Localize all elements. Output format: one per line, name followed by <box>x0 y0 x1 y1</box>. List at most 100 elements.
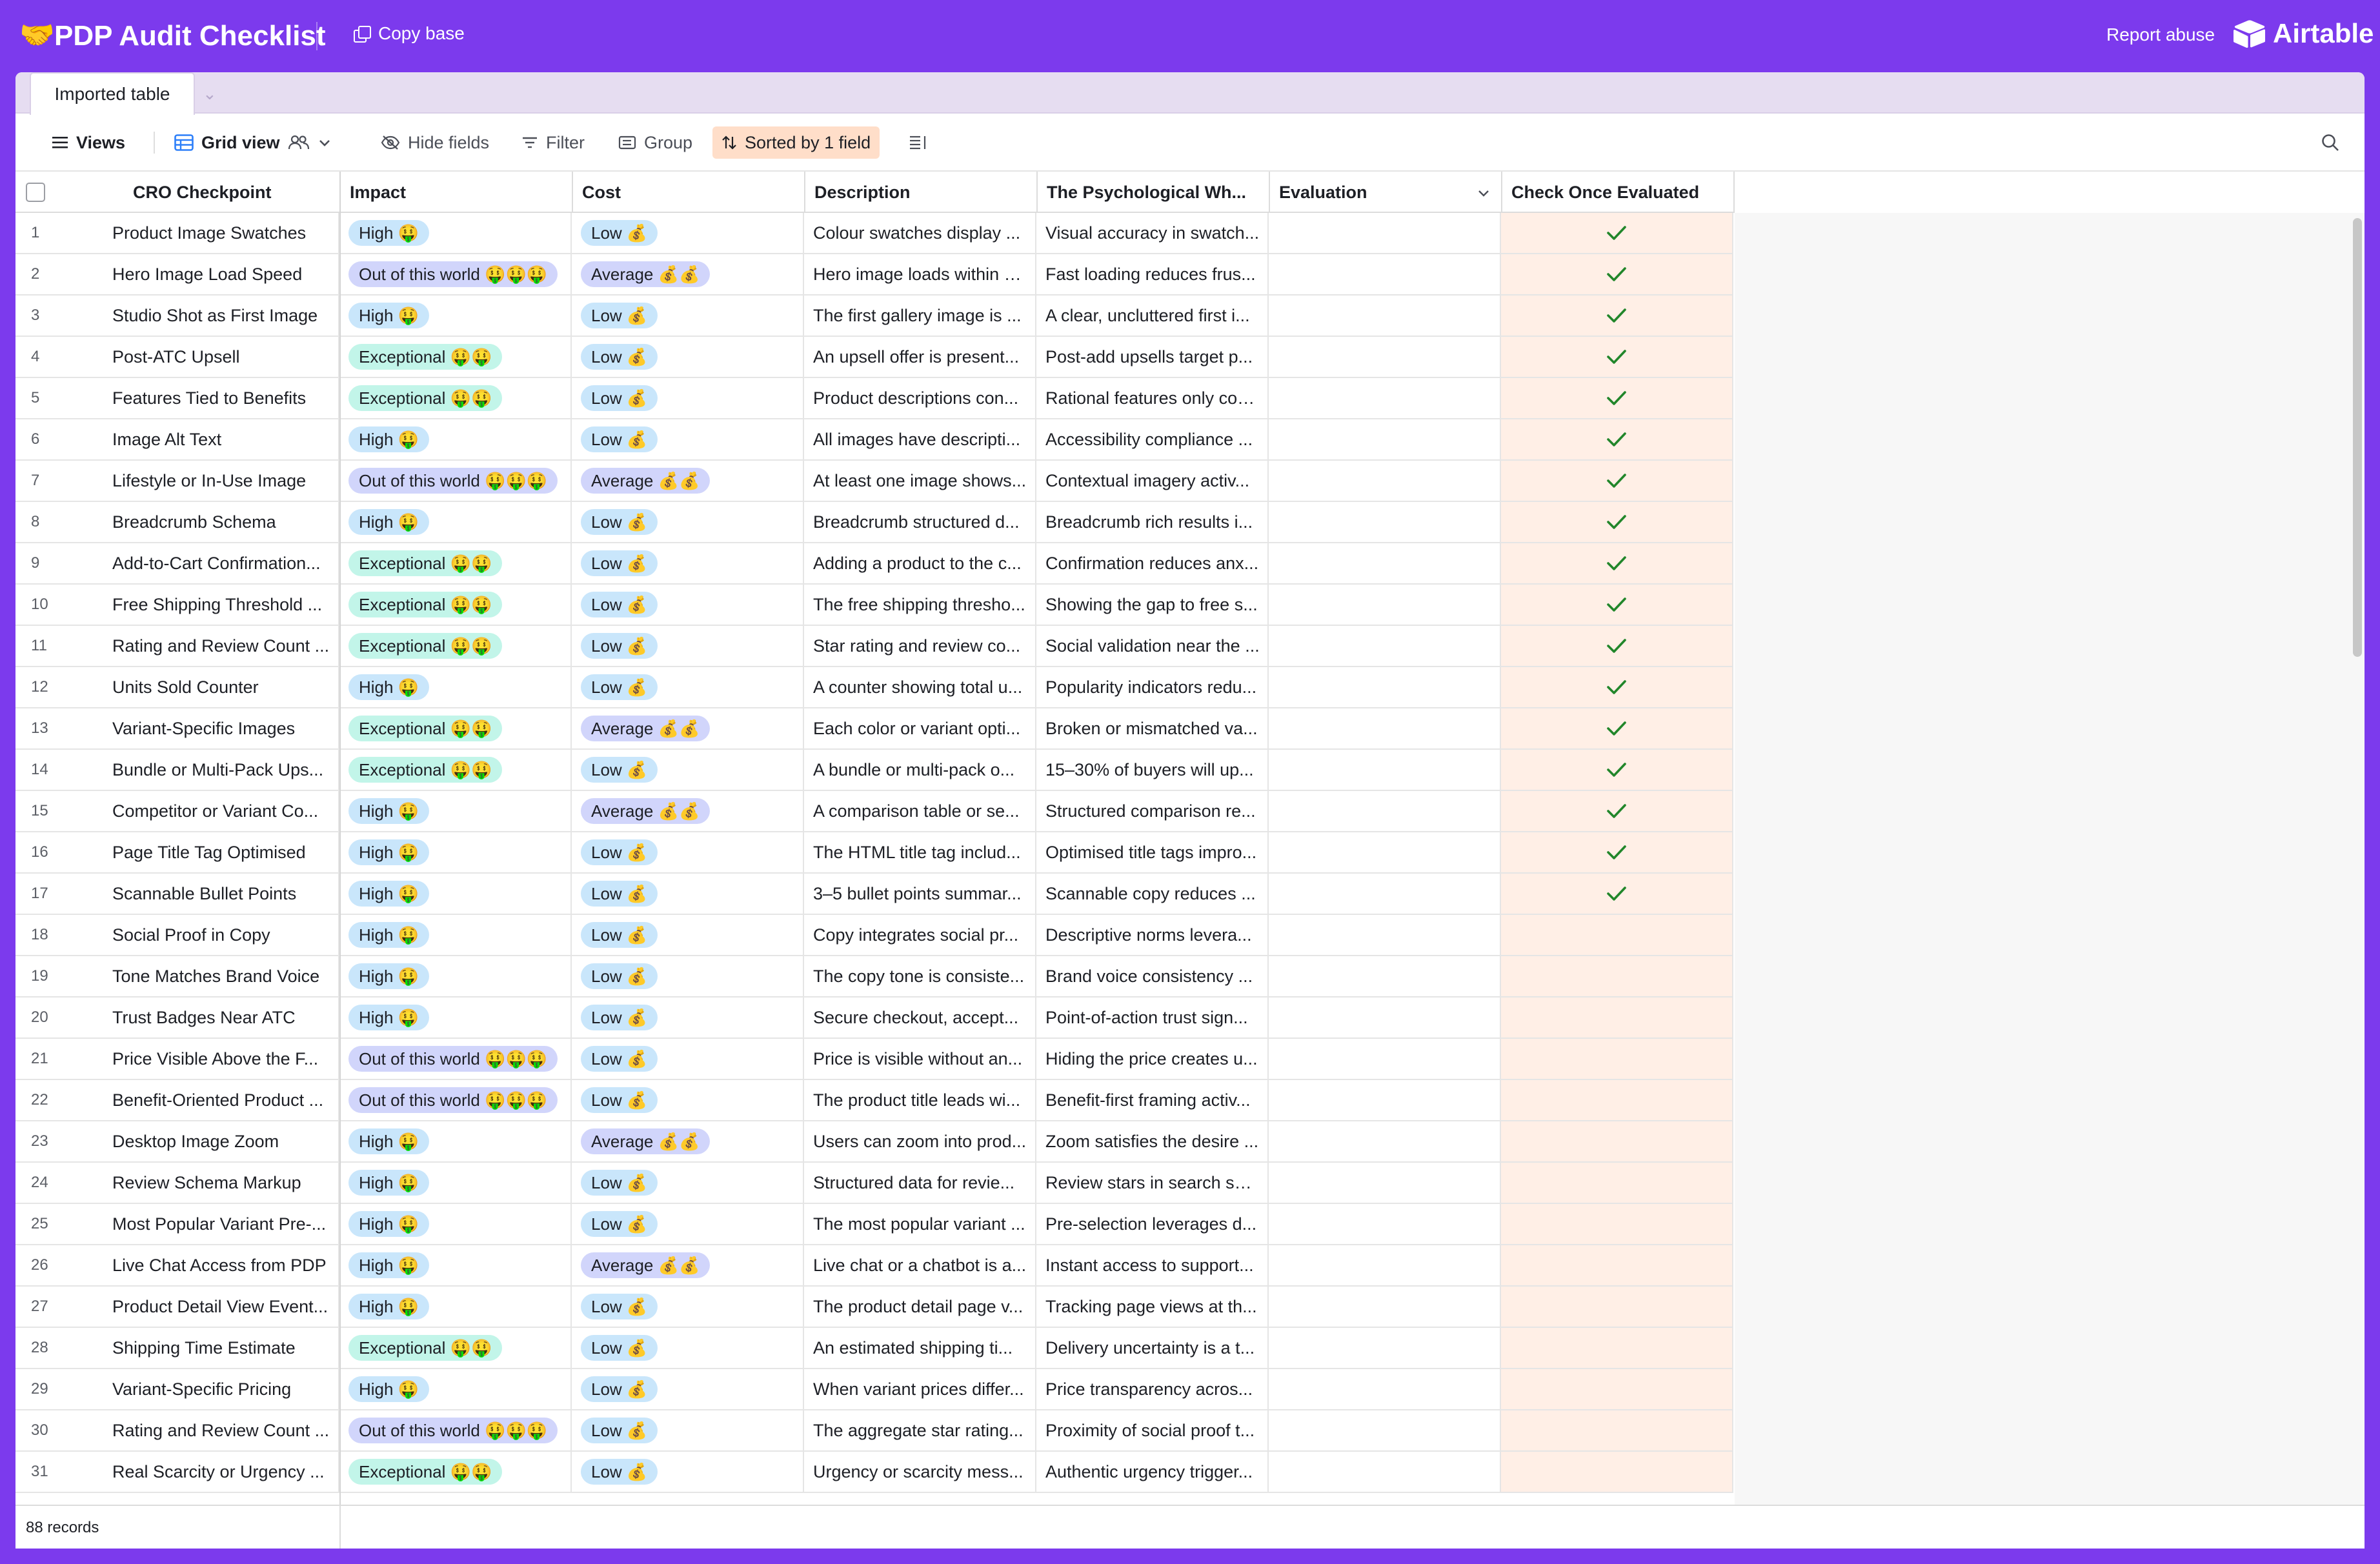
evaluation-cell[interactable] <box>1269 1080 1501 1120</box>
cro-checkpoint-cell[interactable]: Real Scarcity or Urgency ... <box>112 1452 339 1492</box>
evaluation-cell[interactable] <box>1269 1245 1501 1285</box>
description-cell[interactable]: Urgency or scarcity mess... <box>804 1452 1036 1492</box>
check-once-evaluated-cell[interactable] <box>1501 419 1733 459</box>
table-row[interactable]: 26 Live Chat Access from PDP High 🤑 Average… <box>15 1245 1733 1287</box>
check-once-evaluated-cell[interactable] <box>1501 585 1733 625</box>
psychological-cell[interactable]: Rational features only con... <box>1036 378 1269 418</box>
impact-cell[interactable]: High 🤑 <box>339 1204 572 1244</box>
sort-button[interactable]: Sorted by 1 field <box>712 126 880 159</box>
impact-cell[interactable]: High 🤑 <box>339 998 572 1038</box>
psychological-cell[interactable]: Tracking page views at th... <box>1036 1287 1269 1327</box>
cro-checkpoint-cell[interactable]: Studio Shot as First Image <box>112 296 339 336</box>
description-cell[interactable]: Secure checkout, accept... <box>804 998 1036 1038</box>
impact-cell[interactable]: High 🤑 <box>339 791 572 831</box>
table-row[interactable]: 4 Post-ATC Upsell Exceptional 🤑🤑 Low 💰 An up… <box>15 337 1733 378</box>
description-cell[interactable]: Each color or variant opti... <box>804 708 1036 748</box>
impact-cell[interactable]: High 🤑 <box>339 1121 572 1161</box>
table-row[interactable]: 29 Variant-Specific Pricing High 🤑 Low 💰 Whe… <box>15 1369 1733 1410</box>
psychological-cell[interactable]: Benefit-first framing activ... <box>1036 1080 1269 1120</box>
evaluation-cell[interactable] <box>1269 1287 1501 1327</box>
table-row[interactable]: 22 Benefit-Oriented Product ... Out of thi… <box>15 1080 1733 1121</box>
description-cell[interactable]: Structured data for revie... <box>804 1163 1036 1203</box>
impact-cell[interactable]: High 🤑 <box>339 419 572 459</box>
psychological-cell[interactable]: Pre-selection leverages d... <box>1036 1204 1269 1244</box>
table-row[interactable]: 15 Competitor or Variant Co... High 🤑 Avera… <box>15 791 1733 832</box>
cro-checkpoint-cell[interactable]: Benefit-Oriented Product ... <box>112 1080 339 1120</box>
table-row[interactable]: 18 Social Proof in Copy High 🤑 Low 💰 Copy in… <box>15 915 1733 956</box>
impact-cell[interactable]: Out of this world 🤑🤑🤑 <box>339 1410 572 1450</box>
description-cell[interactable]: A comparison table or se... <box>804 791 1036 831</box>
evaluation-cell[interactable] <box>1269 998 1501 1038</box>
evaluation-cell[interactable] <box>1269 915 1501 955</box>
check-once-evaluated-cell[interactable] <box>1501 1080 1733 1120</box>
chevron-down-icon[interactable] <box>1477 186 1491 200</box>
check-once-evaluated-cell[interactable] <box>1501 956 1733 996</box>
evaluation-cell[interactable] <box>1269 502 1501 542</box>
select-all-checkbox[interactable] <box>26 183 45 202</box>
cro-checkpoint-cell[interactable]: Variant-Specific Images <box>112 708 339 748</box>
grid-view-button[interactable]: Grid view <box>165 126 341 159</box>
impact-cell[interactable]: Exceptional 🤑🤑 <box>339 1328 572 1368</box>
check-once-evaluated-cell[interactable] <box>1501 1410 1733 1450</box>
table-row[interactable]: 5 Features Tied to Benefits Exceptional 🤑🤑… <box>15 378 1733 419</box>
cro-checkpoint-cell[interactable]: Hero Image Load Speed <box>112 254 339 294</box>
psychological-cell[interactable]: Zoom satisfies the desire ... <box>1036 1121 1269 1161</box>
cost-cell[interactable]: Average 💰💰 <box>572 791 804 831</box>
evaluation-cell[interactable] <box>1269 378 1501 418</box>
check-once-evaluated-cell[interactable] <box>1501 791 1733 831</box>
impact-cell[interactable]: Exceptional 🤑🤑 <box>339 337 572 377</box>
cro-checkpoint-cell[interactable]: Desktop Image Zoom <box>112 1121 339 1161</box>
evaluation-cell[interactable] <box>1269 1452 1501 1492</box>
check-once-evaluated-cell[interactable] <box>1501 461 1733 501</box>
cost-cell[interactable]: Low 💰 <box>572 1080 804 1120</box>
check-once-evaluated-cell[interactable] <box>1501 296 1733 336</box>
description-cell[interactable]: The HTML title tag includ... <box>804 832 1036 872</box>
search-button[interactable] <box>2321 133 2340 155</box>
hide-fields-button[interactable]: Hide fields <box>372 126 498 159</box>
psychological-cell[interactable]: Hiding the price creates u... <box>1036 1039 1269 1079</box>
evaluation-cell[interactable] <box>1269 1328 1501 1368</box>
cost-cell[interactable]: Low 💰 <box>572 750 804 790</box>
cro-checkpoint-cell[interactable]: Most Popular Variant Pre-... <box>112 1204 339 1244</box>
cost-cell[interactable]: Low 💰 <box>572 543 804 583</box>
cost-cell[interactable]: Low 💰 <box>572 1452 804 1492</box>
impact-cell[interactable]: Out of this world 🤑🤑🤑 <box>339 254 572 294</box>
table-row[interactable]: 1 Product Image Swatches High 🤑 Low 💰 Colour… <box>15 213 1733 254</box>
impact-cell[interactable]: High 🤑 <box>339 1369 572 1409</box>
cro-checkpoint-cell[interactable]: Live Chat Access from PDP <box>112 1245 339 1285</box>
impact-cell[interactable]: High 🤑 <box>339 213 572 253</box>
cost-cell[interactable]: Low 💰 <box>572 915 804 955</box>
column-header-psychological[interactable]: The Psychological Wh... <box>1038 172 1270 213</box>
table-row[interactable]: 25 Most Popular Variant Pre-... High 🤑 Low … <box>15 1204 1733 1245</box>
cro-checkpoint-cell[interactable]: Units Sold Counter <box>112 667 339 707</box>
cost-cell[interactable]: Low 💰 <box>572 998 804 1038</box>
column-header-cro-checkpoint[interactable]: CRO Checkpoint <box>112 172 341 213</box>
evaluation-cell[interactable] <box>1269 419 1501 459</box>
psychological-cell[interactable]: Delivery uncertainty is a t... <box>1036 1328 1269 1368</box>
copy-base-button[interactable]: Copy base <box>354 23 465 44</box>
table-row[interactable]: 16 Page Title Tag Optimised High 🤑 Low 💰 The… <box>15 832 1733 874</box>
impact-cell[interactable]: Out of this world 🤑🤑🤑 <box>339 1080 572 1120</box>
check-once-evaluated-cell[interactable] <box>1501 254 1733 294</box>
cost-cell[interactable]: Low 💰 <box>572 1204 804 1244</box>
cost-cell[interactable]: Low 💰 <box>572 502 804 542</box>
check-once-evaluated-cell[interactable] <box>1501 543 1733 583</box>
cro-checkpoint-cell[interactable]: Tone Matches Brand Voice <box>112 956 339 996</box>
table-row[interactable]: 13 Variant-Specific Images Exceptional 🤑🤑 A… <box>15 708 1733 750</box>
check-once-evaluated-cell[interactable] <box>1501 1163 1733 1203</box>
cro-checkpoint-cell[interactable]: Free Shipping Threshold ... <box>112 585 339 625</box>
description-cell[interactable]: The most popular variant ... <box>804 1204 1036 1244</box>
cro-checkpoint-cell[interactable]: Product Detail View Event... <box>112 1287 339 1327</box>
impact-cell[interactable]: Exceptional 🤑🤑 <box>339 626 572 666</box>
evaluation-cell[interactable] <box>1269 791 1501 831</box>
impact-cell[interactable]: Exceptional 🤑🤑 <box>339 543 572 583</box>
table-row[interactable]: 10 Free Shipping Threshold ... Exceptional… <box>15 585 1733 626</box>
table-row[interactable]: 28 Shipping Time Estimate Exceptional 🤑🤑 Lo… <box>15 1328 1733 1369</box>
impact-cell[interactable]: High 🤑 <box>339 1287 572 1327</box>
table-row[interactable]: 30 Rating and Review Count ... Out of this… <box>15 1410 1733 1452</box>
cro-checkpoint-cell[interactable]: Add-to-Cart Confirmation... <box>112 543 339 583</box>
impact-cell[interactable]: High 🤑 <box>339 502 572 542</box>
psychological-cell[interactable]: Confirmation reduces anx... <box>1036 543 1269 583</box>
evaluation-cell[interactable] <box>1269 296 1501 336</box>
cro-checkpoint-cell[interactable]: Rating and Review Count ... <box>112 626 339 666</box>
